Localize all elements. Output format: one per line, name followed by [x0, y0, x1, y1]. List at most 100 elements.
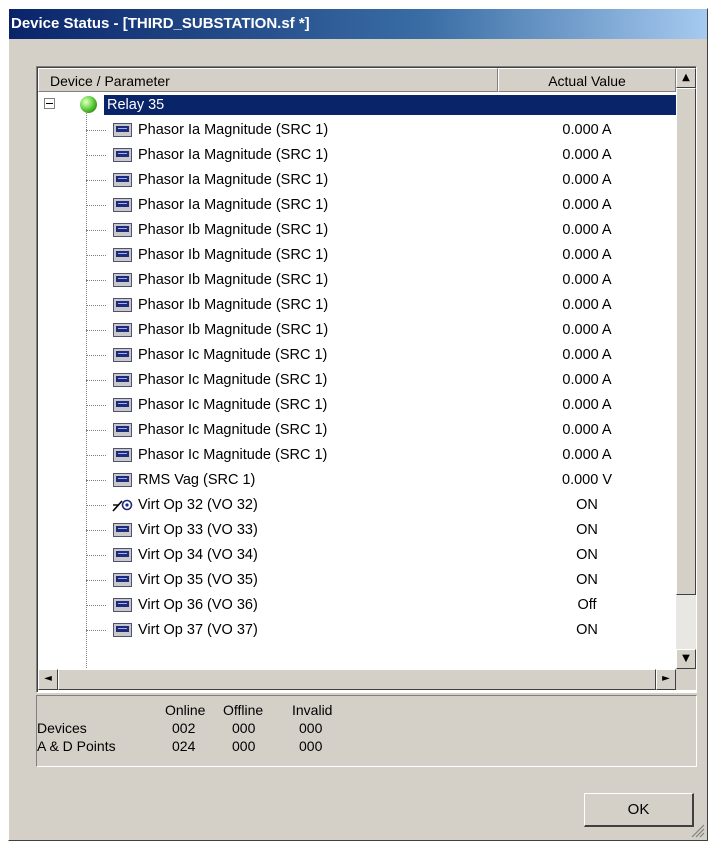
list-item[interactable]: Phasor Ia Magnitude (SRC 1) 0.000 A	[38, 142, 676, 168]
list-item[interactable]: RMS Vag (SRC 1) 0.000 V	[38, 467, 676, 493]
list-item[interactable]: Phasor Ib Magnitude (SRC 1) 0.000 A	[38, 317, 676, 343]
summary-devices-offline: 000	[232, 720, 256, 736]
summary-devices-invalid: 000	[299, 720, 323, 736]
list-item[interactable]: Phasor Ia Magnitude (SRC 1) 0.000 A	[38, 167, 676, 193]
parameter-icon	[113, 598, 132, 612]
list-item[interactable]: Virt Op 32 (VO 32) ON	[38, 492, 676, 518]
list-item[interactable]: Phasor Ic Magnitude (SRC 1) 0.000 A	[38, 392, 676, 418]
parameter-name: Phasor Ia Magnitude (SRC 1)	[138, 172, 329, 188]
parameter-name: Virt Op 35 (VO 35)	[138, 572, 258, 588]
parameter-name: Virt Op 32 (VO 32)	[138, 497, 258, 513]
parameter-value: 0.000 A	[562, 172, 612, 188]
list-item[interactable]: Virt Op 34 (VO 34) ON	[38, 542, 676, 568]
parameter-value: ON	[576, 572, 598, 588]
parameter-name: Virt Op 33 (VO 33)	[138, 522, 258, 538]
collapse-toggle-icon[interactable]	[44, 98, 55, 109]
summary-header-offline: Offline	[223, 702, 264, 718]
tree-branch-line	[86, 530, 106, 531]
list-item[interactable]: Phasor Ib Magnitude (SRC 1) 0.000 A	[38, 267, 676, 293]
window-title: Device Status - [THIRD_SUBSTATION.sf *]	[9, 9, 707, 39]
parameter-name: Phasor Ib Magnitude (SRC 1)	[138, 322, 329, 338]
list-item[interactable]: Phasor Ic Magnitude (SRC 1) 0.000 A	[38, 417, 676, 443]
scroll-left-button[interactable]: ◄	[38, 669, 58, 690]
parameter-name: Phasor Ib Magnitude (SRC 1)	[138, 297, 329, 313]
column-header-device[interactable]: Device / Parameter	[38, 68, 498, 92]
list-rows: Relay 35 Phasor Ia Magnitude (SRC 1) 0.00…	[38, 92, 676, 669]
ok-button[interactable]: OK	[584, 793, 694, 827]
parameter-name: Virt Op 37 (VO 37)	[138, 622, 258, 638]
parameter-icon	[113, 523, 132, 537]
tree-root-relay[interactable]: Relay 35	[38, 92, 676, 118]
device-parameter-list[interactable]: Device / Parameter Actual Value Relay 35…	[36, 66, 697, 693]
list-item[interactable]: Phasor Ib Magnitude (SRC 1) 0.000 A	[38, 292, 676, 318]
list-header: Device / Parameter Actual Value	[38, 68, 676, 92]
parameter-icon	[113, 173, 132, 187]
tree-branch-line	[86, 230, 106, 231]
parameter-name: Phasor Ia Magnitude (SRC 1)	[138, 197, 329, 213]
scroll-right-button[interactable]: ►	[656, 669, 676, 690]
tree-branch-line	[86, 355, 106, 356]
parameter-value: 0.000 A	[562, 347, 612, 363]
list-item[interactable]: Virt Op 35 (VO 35) ON	[38, 567, 676, 593]
parameter-icon	[113, 323, 132, 337]
list-item[interactable]: Phasor Ia Magnitude (SRC 1) 0.000 A	[38, 192, 676, 218]
resize-grip-icon[interactable]	[691, 824, 705, 838]
summary-header-invalid: Invalid	[292, 702, 333, 718]
parameter-icon	[113, 298, 132, 312]
list-item[interactable]: Virt Op 36 (VO 36) Off	[38, 592, 676, 618]
list-item[interactable]: Phasor Ib Magnitude (SRC 1) 0.000 A	[38, 217, 676, 243]
tree-branch-line	[86, 455, 106, 456]
parameter-icon	[113, 248, 132, 262]
parameter-value: 0.000 A	[562, 272, 612, 288]
horizontal-scrollbar[interactable]: ◄ ►	[38, 669, 676, 690]
summary-header-online: Online	[165, 702, 206, 718]
parameter-icon	[113, 623, 132, 637]
tree-branch-line	[86, 330, 106, 331]
list-item[interactable]: Phasor Ic Magnitude (SRC 1) 0.000 A	[38, 442, 676, 468]
list-item[interactable]: Phasor Ic Magnitude (SRC 1) 0.000 A	[38, 342, 676, 368]
summary-points-label: A & D Points	[37, 738, 116, 754]
summary-points-offline: 000	[232, 738, 256, 754]
parameter-name: Virt Op 36 (VO 36)	[138, 597, 258, 613]
parameter-value: ON	[576, 622, 598, 638]
column-header-value[interactable]: Actual Value	[498, 68, 676, 92]
parameter-value: 0.000 A	[562, 247, 612, 263]
parameter-name: Phasor Ic Magnitude (SRC 1)	[138, 372, 328, 388]
parameter-name: Phasor Ic Magnitude (SRC 1)	[138, 397, 328, 413]
list-inner: Device / Parameter Actual Value Relay 35…	[37, 67, 696, 692]
tree-branch-line	[86, 180, 106, 181]
tree-branch-line	[86, 130, 106, 131]
parameter-name: Phasor Ib Magnitude (SRC 1)	[138, 222, 329, 238]
summary-points-invalid: 000	[299, 738, 323, 754]
parameter-value: 0.000 A	[562, 447, 612, 463]
vertical-scrollbar[interactable]: ▲ ▼	[676, 68, 696, 669]
vertical-scroll-thumb[interactable]	[676, 88, 696, 595]
scroll-down-button[interactable]: ▼	[676, 649, 696, 669]
tree-branch-line	[86, 580, 106, 581]
horizontal-scroll-thumb[interactable]	[58, 669, 656, 690]
parameter-value: 0.000 A	[562, 147, 612, 163]
status-summary: Online Offline Invalid Devices 002 000 0…	[36, 695, 697, 767]
list-item[interactable]: Phasor Ic Magnitude (SRC 1) 0.000 A	[38, 367, 676, 393]
summary-devices-online: 002	[172, 720, 196, 736]
parameter-name: RMS Vag (SRC 1)	[138, 472, 256, 488]
parameter-name: Phasor Ic Magnitude (SRC 1)	[138, 347, 328, 363]
parameter-icon	[113, 373, 132, 387]
parameter-value: ON	[576, 522, 598, 538]
parameter-icon	[113, 548, 132, 562]
list-item[interactable]: Virt Op 33 (VO 33) ON	[38, 517, 676, 543]
scroll-up-button[interactable]: ▲	[676, 68, 696, 88]
parameter-value: 0.000 A	[562, 422, 612, 438]
parameter-icon	[113, 148, 132, 162]
parameter-name: Phasor Ia Magnitude (SRC 1)	[138, 122, 329, 138]
parameter-icon	[113, 348, 132, 362]
tree-branch-line	[86, 605, 106, 606]
parameter-value: 0.000 V	[562, 472, 612, 488]
tree-branch-line	[86, 380, 106, 381]
tree-branch-line	[86, 305, 106, 306]
list-item[interactable]: Phasor Ib Magnitude (SRC 1) 0.000 A	[38, 242, 676, 268]
summary-devices-label: Devices	[37, 720, 87, 736]
list-item[interactable]: Phasor Ia Magnitude (SRC 1) 0.000 A	[38, 117, 676, 143]
list-item[interactable]: Virt Op 37 (VO 37) ON	[38, 617, 676, 643]
parameter-name: Phasor Ib Magnitude (SRC 1)	[138, 272, 329, 288]
